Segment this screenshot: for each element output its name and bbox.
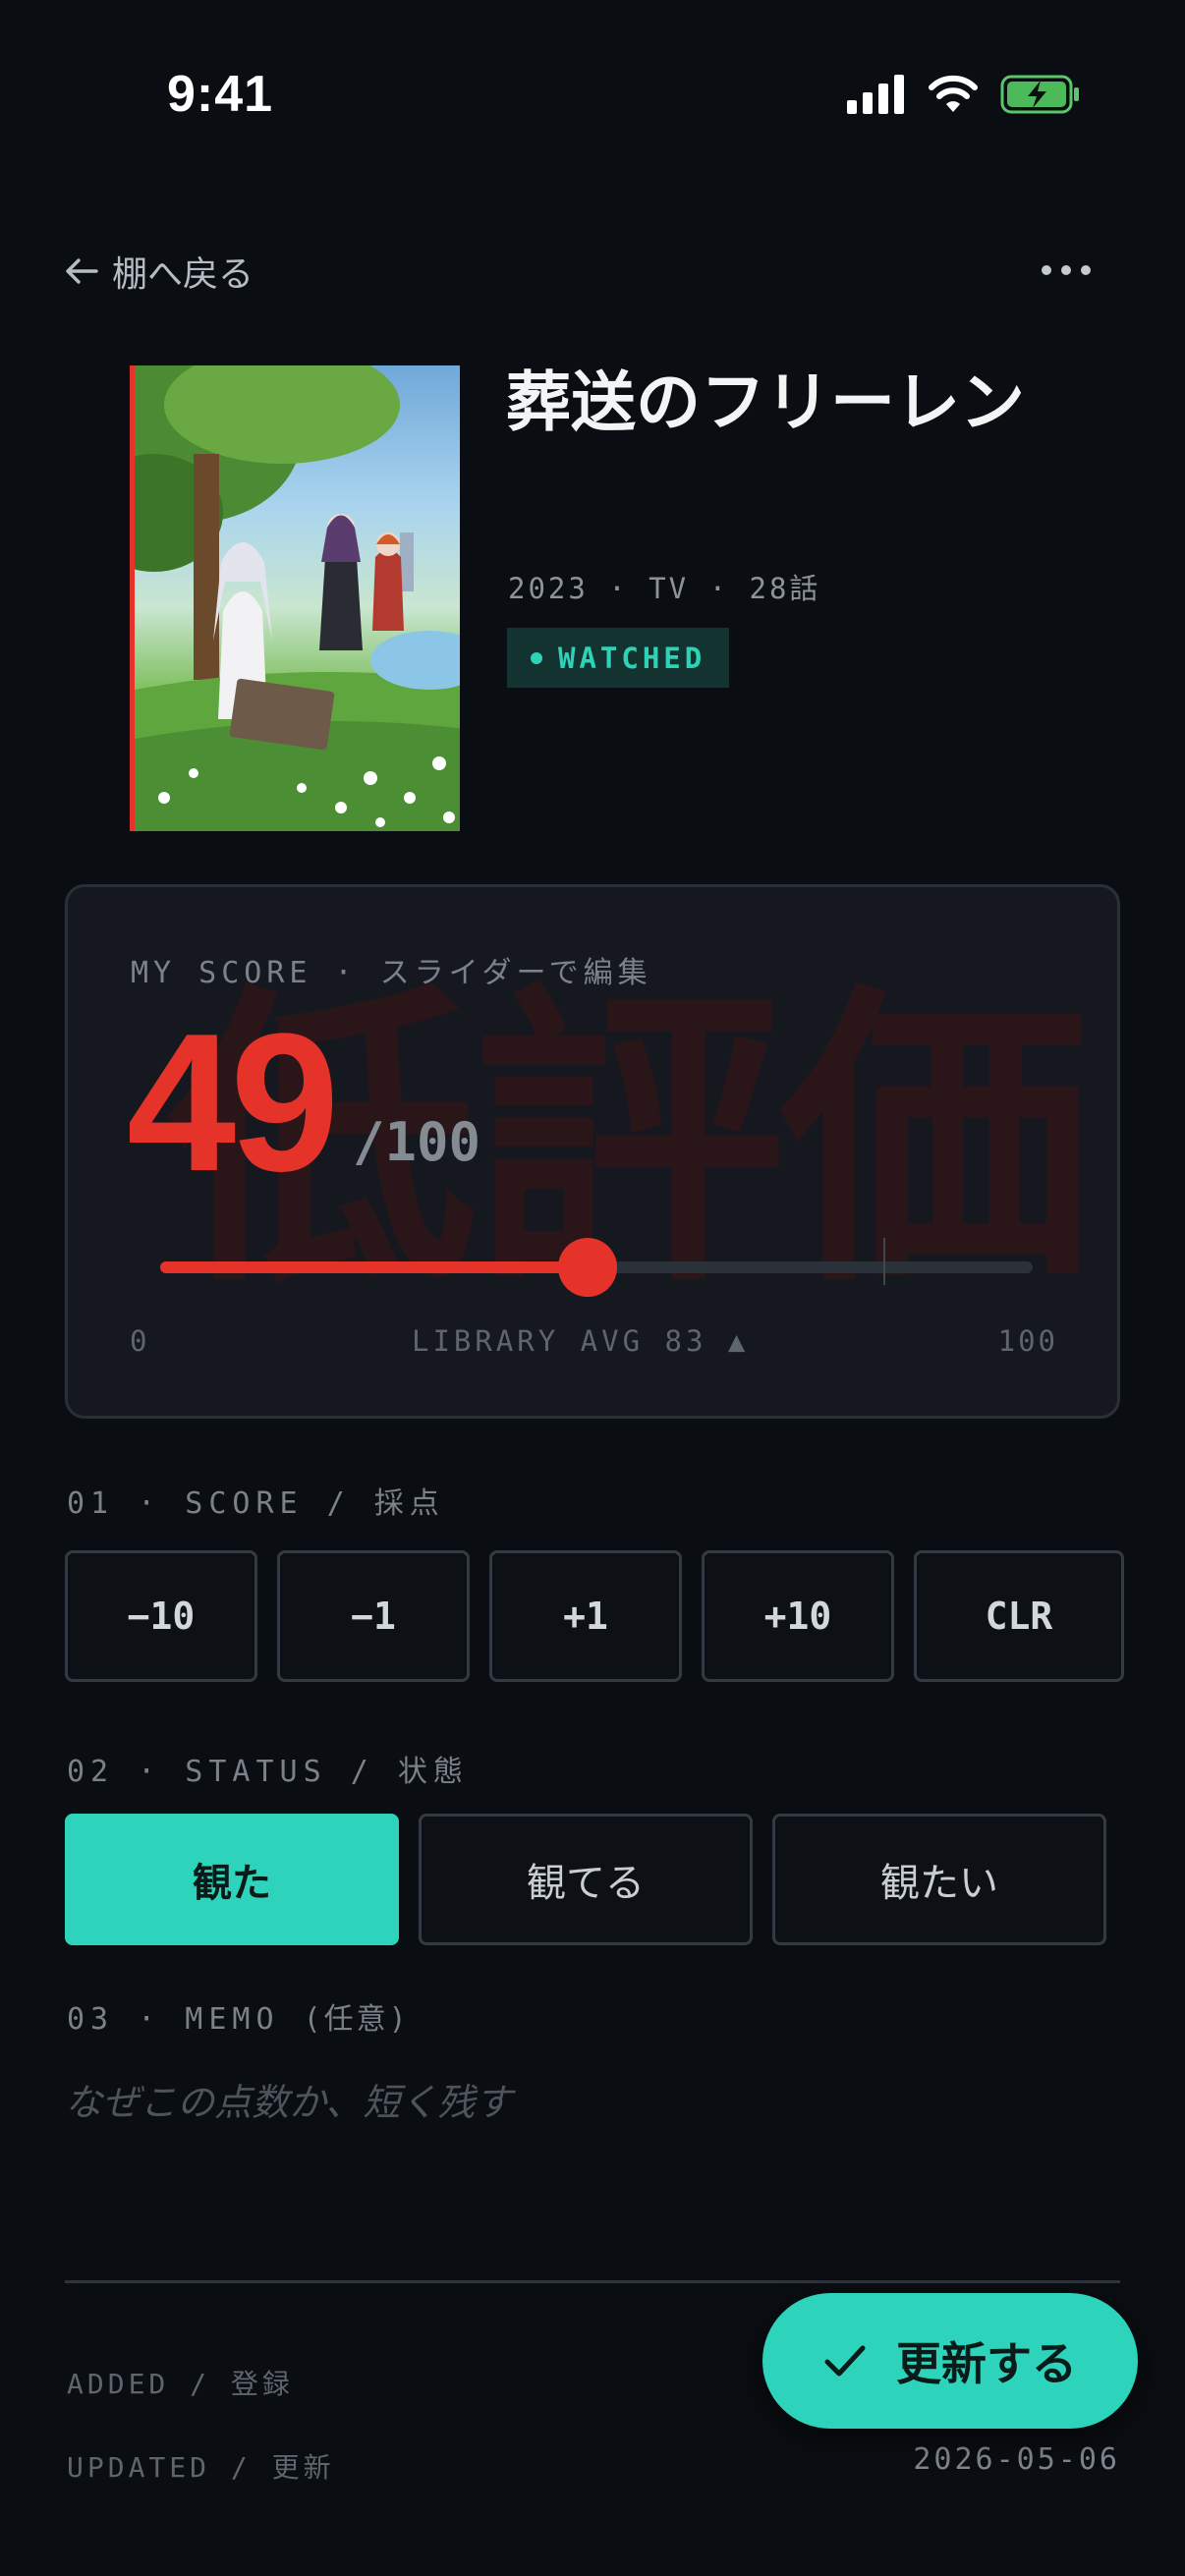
update-button[interactable]: 更新する	[762, 2293, 1138, 2429]
back-button[interactable]: 棚へ戻る	[65, 246, 254, 297]
score-card: 低評価 MY SCORE · スライダーで編集 49 /100 0 LIBRAR…	[65, 884, 1120, 1419]
plus-10-button[interactable]: +10	[702, 1550, 894, 1682]
score-max-label: /100	[353, 1111, 481, 1173]
score-slider-fill	[160, 1261, 589, 1273]
added-label: ADDED / 登録	[67, 2368, 294, 2400]
minus-1-button[interactable]: −1	[277, 1550, 470, 1682]
score-card-label: MY SCORE · スライダーで編集	[131, 956, 652, 990]
more-options-button[interactable]	[1042, 251, 1091, 290]
status-watched-button[interactable]: 観た	[65, 1814, 399, 1945]
anime-poster	[130, 365, 460, 831]
library-avg-marker	[883, 1238, 886, 1285]
scale-min-label: 0	[130, 1324, 147, 1358]
status-icons	[847, 75, 1081, 114]
update-button-label: 更新する	[896, 2337, 1077, 2390]
scale-max-label: 100	[997, 1324, 1058, 1358]
anime-title: 葬送のフリーレン	[506, 364, 1025, 440]
more-dot-icon	[1042, 265, 1051, 275]
score-adjust-buttons: −10 −1 +1 +10 CLR	[65, 1550, 1124, 1682]
battery-charging-icon	[1000, 75, 1079, 114]
memo-heading-note: (任意)	[303, 2002, 410, 2037]
status-badge-label: WATCHED	[558, 641, 706, 675]
status-want-button[interactable]: 観たい	[772, 1814, 1106, 1945]
memo-input[interactable]	[65, 2081, 1120, 2124]
score-value: 49	[127, 993, 339, 1212]
wifi-icon	[929, 75, 978, 112]
status-options: 観た 観てる 観たい	[65, 1814, 1106, 1945]
divider	[65, 2280, 1120, 2283]
more-dot-icon	[1061, 265, 1071, 275]
section-memo-heading: 03 · MEMO (任意)	[67, 1994, 410, 2038]
clear-score-button[interactable]: CLR	[914, 1550, 1124, 1682]
arrow-left-icon	[66, 258, 98, 284]
status-time: 9:41	[167, 66, 274, 123]
plus-1-button[interactable]: +1	[489, 1550, 682, 1682]
status-dot-icon	[531, 651, 542, 664]
score-slider-thumb[interactable]	[558, 1238, 618, 1297]
status-watching-button[interactable]: 観てる	[419, 1814, 753, 1945]
status-badge: WATCHED	[507, 628, 730, 688]
section-score-heading: 01 · SCORE / 採点	[67, 1486, 445, 1521]
updated-label: UPDATED / 更新	[67, 2451, 335, 2484]
status-bar: 9:41	[0, 0, 1185, 196]
score-slider[interactable]	[160, 1238, 1033, 1297]
section-status-heading: 02 · STATUS / 状態	[67, 1755, 469, 1789]
anime-meta: 2023 · TV · 28話	[508, 572, 821, 605]
check-icon	[824, 2345, 866, 2377]
signal-icon	[847, 75, 904, 114]
back-label: 棚へ戻る	[112, 254, 254, 295]
library-avg-label: LIBRARY AVG 83 ▲	[412, 1324, 750, 1358]
more-dot-icon	[1081, 265, 1091, 275]
updated-value: 2026-05-06	[913, 2442, 1120, 2477]
poster-artwork	[135, 365, 460, 831]
memo-heading-label: 03 · MEMO	[67, 2002, 280, 2037]
minus-10-button[interactable]: −10	[65, 1550, 257, 1682]
